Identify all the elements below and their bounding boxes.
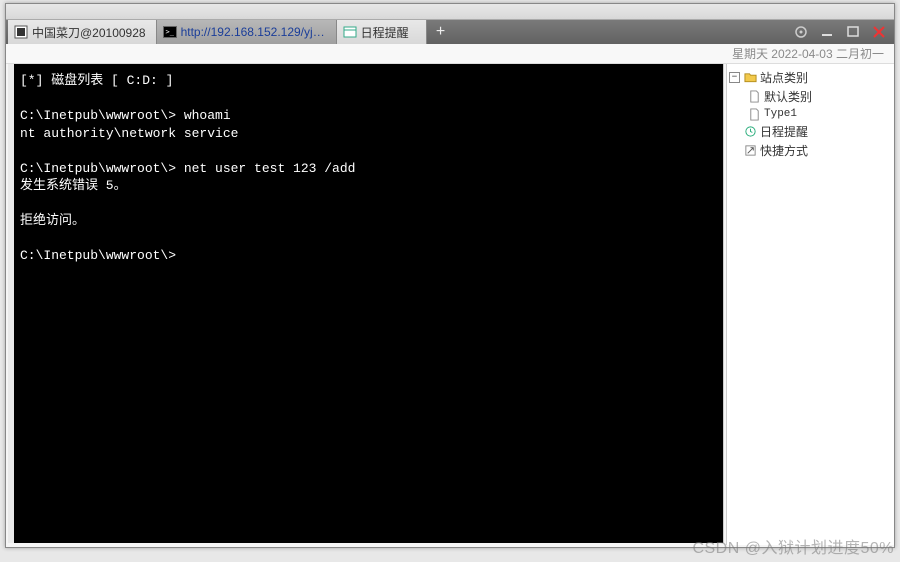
tree-label: 日程提醒	[760, 123, 808, 140]
tab-shell[interactable]: >_ http://192.168.152.129/yjh.a...	[157, 20, 337, 44]
file-icon	[747, 107, 761, 121]
tree-node-default[interactable]: 默认类别	[729, 87, 892, 106]
tree-view: − 站点类别 默认类别 Type1	[729, 68, 892, 160]
terminal-line: [*] 磁盘列表 [ C:D: ]	[20, 73, 173, 88]
new-tab-button[interactable]: +	[427, 20, 455, 44]
tab-bar: 中国菜刀@20100928 >_ http://192.168.152.129/…	[6, 20, 894, 44]
tree-node-shortcut[interactable]: 快捷方式	[729, 141, 892, 160]
command: whoami	[184, 108, 231, 123]
svg-text:>_: >_	[165, 28, 174, 36]
tree-node-type1[interactable]: Type1	[729, 106, 892, 122]
terminal-pane: [*] 磁盘列表 [ C:D: ] C:\Inetpub\wwwroot\> w…	[6, 64, 726, 545]
terminal-icon: >_	[163, 25, 177, 39]
tree-label: Type1	[764, 108, 797, 120]
app-icon	[14, 25, 28, 39]
tree-label: 站点类别	[760, 69, 808, 86]
tree-node-sites[interactable]: − 站点类别	[729, 68, 892, 87]
date-bar: 星期天 2022-04-03 二月初一	[6, 44, 894, 64]
tab-schedule[interactable]: 日程提醒	[337, 20, 427, 44]
tree-node-schedule[interactable]: 日程提醒	[729, 122, 892, 141]
content-area: [*] 磁盘列表 [ C:D: ] C:\Inetpub\wwwroot\> w…	[6, 64, 894, 545]
date-text: 星期天 2022-04-03 二月初一	[732, 47, 884, 61]
file-icon	[747, 90, 761, 104]
collapse-icon[interactable]: −	[729, 72, 740, 83]
tab-main[interactable]: 中国菜刀@20100928	[8, 20, 157, 44]
folder-icon	[743, 71, 757, 85]
prompt: C:\Inetpub\wwwroot\>	[20, 161, 184, 176]
prompt: C:\Inetpub\wwwroot\>	[20, 248, 184, 263]
minimize-button[interactable]	[818, 25, 836, 39]
titlebar[interactable]	[6, 4, 894, 20]
shortcut-icon	[743, 144, 757, 158]
command: net user test 123 /add	[184, 161, 356, 176]
schedule-icon	[343, 25, 357, 39]
terminal[interactable]: [*] 磁盘列表 [ C:D: ] C:\Inetpub\wwwroot\> w…	[14, 64, 723, 543]
tab-label: 中国菜刀@20100928	[32, 24, 146, 41]
schedule-icon	[743, 125, 757, 139]
tab-label: 日程提醒	[361, 24, 409, 41]
prompt: C:\Inetpub\wwwroot\>	[20, 108, 184, 123]
terminal-scroll[interactable]: [*] 磁盘列表 [ C:D: ] C:\Inetpub\wwwroot\> w…	[8, 64, 724, 543]
terminal-line: nt authority\network service	[20, 126, 238, 141]
tree-label: 默认类别	[764, 88, 812, 105]
terminal-line: 发生系统错误 5。	[20, 178, 127, 193]
tree-label: 快捷方式	[760, 142, 808, 159]
settings-icon[interactable]	[792, 25, 810, 39]
window-controls	[792, 20, 888, 44]
tab-label: http://192.168.152.129/yjh.a...	[181, 25, 326, 39]
sidebar: − 站点类别 默认类别 Type1	[726, 64, 894, 545]
close-button[interactable]	[870, 25, 888, 39]
maximize-button[interactable]	[844, 25, 862, 39]
app-window: 中国菜刀@20100928 >_ http://192.168.152.129/…	[5, 3, 895, 548]
terminal-line: 拒绝访问。	[20, 213, 85, 228]
